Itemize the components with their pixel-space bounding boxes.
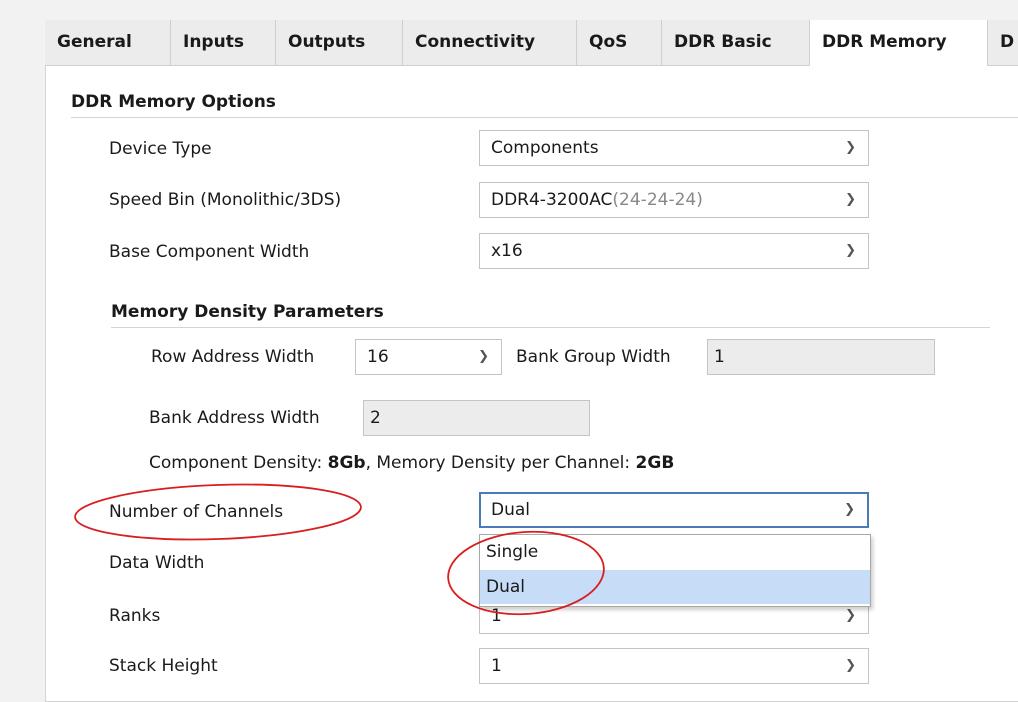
device-type-label: Device Type xyxy=(109,139,212,159)
channel-density-value: 2GB xyxy=(635,453,675,473)
component-density-value: 8Gb xyxy=(327,453,366,473)
tab-connectivity[interactable]: Connectivity xyxy=(403,20,577,65)
stack-height-value: 1 xyxy=(491,656,502,676)
chevron-down-icon: ❯ xyxy=(478,349,489,364)
stack-height-label: Stack Height xyxy=(109,656,218,676)
tab-more[interactable]: D xyxy=(988,20,1018,65)
device-type-select[interactable]: Components ❯ xyxy=(479,130,869,166)
tab-qos[interactable]: QoS xyxy=(577,20,662,65)
chevron-down-icon: ❯ xyxy=(844,502,855,517)
density-summary: Component Density: 8Gb, Memory Density p… xyxy=(149,453,674,473)
base-width-value: x16 xyxy=(491,241,523,261)
tab-outputs[interactable]: Outputs xyxy=(276,20,403,65)
section-ddr-memory-options: DDR Memory Options xyxy=(71,92,276,112)
channels-dropdown-list: Single Dual xyxy=(479,534,871,607)
speed-bin-timing: (24-24-24) xyxy=(612,190,703,210)
speed-bin-label: Speed Bin (Monolithic/3DS) xyxy=(109,190,342,210)
section-divider xyxy=(71,117,1018,118)
tab-ddr-memory[interactable]: DDR Memory xyxy=(810,20,988,66)
tab-general[interactable]: General xyxy=(45,20,171,65)
bank-group-field: 1 xyxy=(707,339,935,375)
section-memory-density: Memory Density Parameters xyxy=(111,302,384,322)
tab-ddr-basic[interactable]: DDR Basic xyxy=(662,20,810,65)
base-width-select[interactable]: x16 ❯ xyxy=(479,233,869,269)
row-address-label: Row Address Width xyxy=(151,347,315,367)
channels-label: Number of Channels xyxy=(109,502,284,522)
bank-address-field: 2 xyxy=(363,400,590,436)
ranks-label: Ranks xyxy=(109,606,161,626)
chevron-down-icon: ❯ xyxy=(845,140,856,155)
channels-option-single[interactable]: Single xyxy=(480,535,870,569)
bank-group-label: Bank Group Width xyxy=(516,347,671,367)
stack-height-select[interactable]: 1 ❯ xyxy=(479,648,869,684)
speed-bin-select[interactable]: DDR4-3200AC(24-24-24) ❯ xyxy=(479,182,869,218)
section-divider xyxy=(111,327,990,328)
device-type-value: Components xyxy=(491,138,599,158)
data-width-label: Data Width xyxy=(109,553,205,573)
speed-bin-value: DDR4-3200AC xyxy=(491,190,613,210)
tab-inputs[interactable]: Inputs xyxy=(171,20,276,65)
channels-select[interactable]: Dual ❯ xyxy=(479,492,869,528)
tab-bar: General Inputs Outputs Connectivity QoS … xyxy=(45,20,1018,66)
chevron-down-icon: ❯ xyxy=(845,243,856,258)
bank-address-label: Bank Address Width xyxy=(149,408,320,428)
channel-density-label: , Memory Density per Channel: xyxy=(365,453,636,473)
chevron-down-icon: ❯ xyxy=(845,192,856,207)
row-address-value: 16 xyxy=(367,347,389,367)
row-address-select[interactable]: 16 ❯ xyxy=(355,339,502,375)
channels-value: Dual xyxy=(491,500,531,520)
component-density-label: Component Density: xyxy=(149,453,328,473)
base-width-label: Base Component Width xyxy=(109,242,310,262)
channels-option-dual[interactable]: Dual xyxy=(480,570,870,604)
chevron-down-icon: ❯ xyxy=(845,658,856,673)
ranks-value: 1 xyxy=(491,606,502,626)
